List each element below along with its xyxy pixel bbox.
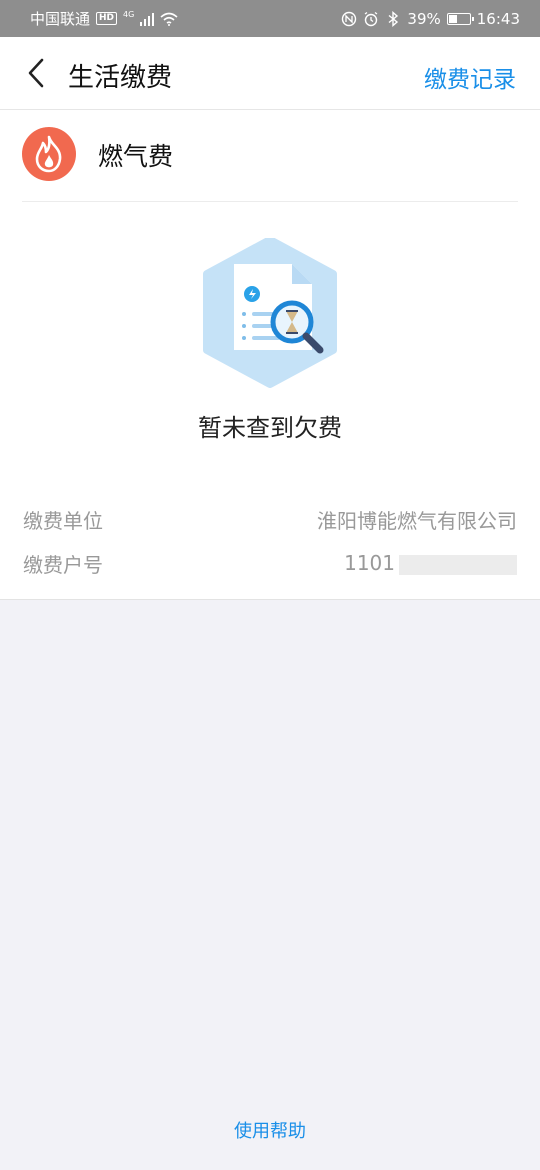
- no-arrears-message: 暂未查到欠费: [198, 414, 342, 442]
- status-left: 中国联通 HD 4G: [30, 8, 178, 29]
- wifi-icon: [160, 12, 178, 26]
- chevron-left-icon: [28, 58, 44, 88]
- payment-unit-row: 缴费单位 淮阳博能燃气有限公司: [23, 503, 517, 535]
- account-number-value: 1101: [344, 551, 517, 575]
- payment-unit-label: 缴费单位: [23, 508, 103, 533]
- page-title: 生活缴费: [68, 63, 173, 93]
- battery-percent: 39%: [407, 9, 441, 28]
- account-number-visible: 1101: [344, 551, 395, 575]
- document-search-icon: [203, 238, 337, 388]
- redaction-mask: [399, 554, 517, 575]
- biller-row: 燃气费: [22, 110, 518, 202]
- status-right: 39% 16:43: [341, 10, 520, 28]
- network-type: 4G: [123, 10, 135, 19]
- back-button[interactable]: [18, 55, 54, 91]
- battery-icon: [446, 12, 474, 25]
- account-number-label: 缴费户号: [23, 552, 103, 577]
- flame-icon: [22, 127, 76, 181]
- signal-icon: [140, 12, 155, 26]
- payment-records-link[interactable]: 缴费记录: [424, 60, 516, 94]
- bluetooth-icon: [388, 10, 399, 27]
- carrier-name: 中国联通: [30, 10, 91, 28]
- help-link[interactable]: 使用帮助: [0, 1117, 540, 1143]
- nav-bar: 生活缴费 缴费记录: [0, 37, 540, 110]
- payment-unit-value: 淮阳博能燃气有限公司: [317, 508, 517, 533]
- hd-badge: HD: [96, 12, 118, 25]
- status-bar: 中国联通 HD 4G 39% 16:43: [0, 0, 540, 37]
- battery-level: [448, 14, 457, 23]
- account-number-row: 缴费户号 1101: [23, 547, 517, 579]
- nfc-icon: [342, 11, 357, 26]
- bill-query-card: 燃气费 暂未查到欠费 缴费单位 淮阳博能燃气有限公司 缴费户号 1101: [0, 110, 540, 600]
- clock-time: 16:43: [476, 9, 520, 28]
- biller-name: 燃气费: [98, 142, 174, 171]
- alarm-icon: [365, 11, 378, 26]
